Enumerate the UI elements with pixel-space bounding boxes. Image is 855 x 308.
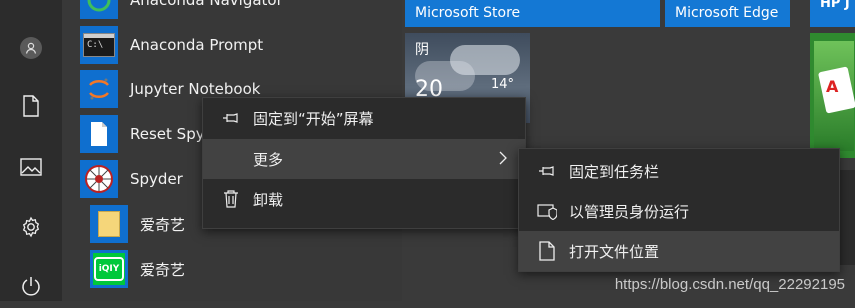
document-icon [80,115,118,153]
tile-microsoft-edge[interactable]: Microsoft Edge [665,0,790,27]
menu-item-label: 卸载 [253,190,284,209]
list-item-anaconda-prompt[interactable]: C:\ Anaconda Prompt [80,23,400,67]
submenu-item-open-file-location[interactable]: 打开文件位置 [519,231,839,271]
list-item-anaconda-navigator[interactable]: Anaconda Navigator [80,0,400,22]
power-icon [21,275,41,297]
spyder-icon [80,160,118,198]
app-label: 爱奇艺 [140,215,186,234]
weather-condition: 阴 [415,42,429,58]
app-label: Anaconda Navigator [130,0,283,9]
submenu-item-label: 打开文件位置 [569,242,660,261]
watermark-text: https://blog.csdn.net/qq_22292195 [614,276,845,293]
tile-solitaire[interactable]: A [810,33,855,158]
menu-item-pin-to-start[interactable]: 固定到“开始”屏幕 [203,98,525,138]
solitaire-art: A [814,41,855,151]
submenu-item-run-as-admin[interactable]: 以管理员身份运行 [519,191,839,231]
trash-icon [221,189,241,209]
menu-item-label: 固定到“开始”屏幕 [253,109,374,128]
submenu-item-label: 以管理员身份运行 [569,202,690,221]
document-icon [22,95,40,117]
pin-icon [221,108,241,128]
shield-icon [537,201,557,221]
submenu: 固定到任务栏 以管理员身份运行 打开文件位置 [518,148,840,272]
documents-button[interactable] [0,84,62,128]
context-menu: 固定到“开始”屏幕 更多 卸载 [202,97,526,229]
iqiyi-icon: iQIY [90,250,128,288]
list-item-iqiyi[interactable]: iQIY 爱奇艺 [90,247,410,291]
anaconda-navigator-icon [80,0,118,19]
menu-item-label: 更多 [253,150,284,169]
gear-icon [20,216,42,238]
chevron-right-icon [499,150,507,169]
user-icon [20,37,42,59]
app-label: Spyder [130,170,183,188]
tile-partial[interactable] [840,170,855,265]
jupyter-icon [80,70,118,108]
picture-icon [20,158,42,176]
tile-microsoft-store[interactable]: Microsoft Store [405,0,660,27]
submenu-item-label: 固定到任务栏 [569,162,660,181]
user-avatar-button[interactable] [0,26,62,70]
power-button[interactable] [0,264,62,308]
app-label: Anaconda Prompt [130,36,264,54]
settings-button[interactable] [0,205,62,249]
submenu-item-pin-to-taskbar[interactable]: 固定到任务栏 [519,151,839,191]
folder-icon [90,205,128,243]
tile-label: Microsoft Store [415,5,521,21]
tile-label: Microsoft Edge [675,5,779,21]
menu-item-uninstall[interactable]: 卸载 [203,179,525,219]
app-label: 爱奇艺 [140,260,186,279]
tile-label: HP J [820,0,850,11]
weather-temp: 14° [491,77,515,92]
tile-hp[interactable]: HP J [810,0,855,27]
pictures-button[interactable] [0,145,62,189]
start-left-rail [0,0,62,301]
app-label: Jupyter Notebook [130,80,261,98]
terminal-icon: C:\ [80,26,118,64]
menu-item-more[interactable]: 更多 [203,139,525,179]
pin-icon [537,161,557,181]
file-icon [537,241,557,261]
